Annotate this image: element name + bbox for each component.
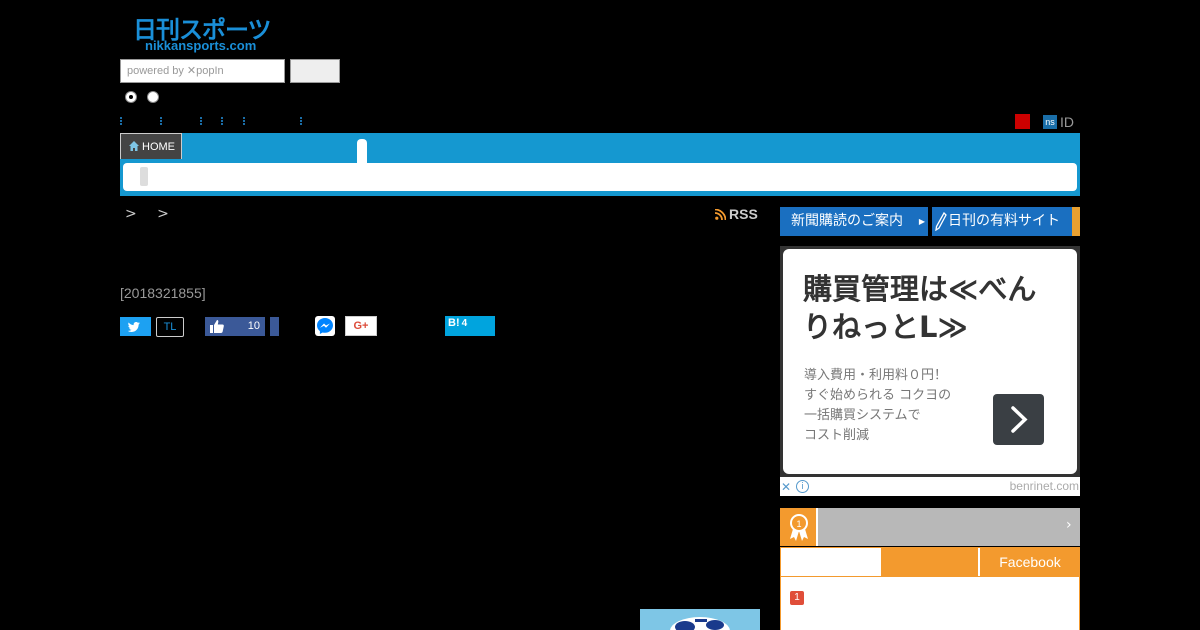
hatena-bookmark-button[interactable]: B! 4 <box>445 316 495 336</box>
rss-label: RSS <box>729 206 758 222</box>
googleplus-share-button[interactable]: G+ <box>345 316 377 336</box>
ranking-number-badge: 1 <box>790 591 804 605</box>
top-link-bullet[interactable] <box>300 117 303 125</box>
ranking-more-icon[interactable]: › <box>1066 517 1072 533</box>
ad-info-icon[interactable]: i <box>796 480 809 493</box>
top-link-bullet[interactable] <box>243 117 246 125</box>
top-link-bullet[interactable] <box>200 117 203 125</box>
ns-badge-icon[interactable]: ns <box>1043 115 1057 129</box>
search-scope-radio-site[interactable] <box>125 91 137 103</box>
ranking-tab-facebook[interactable]: Facebook <box>980 547 1080 577</box>
thumbs-up-icon <box>210 320 224 333</box>
id-link[interactable]: ID <box>1060 114 1074 130</box>
paid-sites-button[interactable]: 日刊の有料サイト <box>932 207 1080 236</box>
ad-description-line: コスト削減 <box>804 428 870 443</box>
nav-active-marker <box>357 139 367 163</box>
home-icon <box>129 141 139 151</box>
chevron-right-icon <box>1011 406 1028 433</box>
breadcrumb: > > <box>125 206 177 222</box>
promo-character-image[interactable] <box>640 609 760 630</box>
rss-link[interactable]: RSS <box>715 206 758 222</box>
ad-close-icon[interactable]: ✕ <box>781 480 791 494</box>
facebook-like-button[interactable]: 10 <box>205 317 265 336</box>
tab-home[interactable]: HOME <box>120 133 182 159</box>
subscription-guide-label: 新聞購読のご案内 <box>791 213 903 229</box>
ad-title[interactable]: 購買管理は≪べんりねっとL≫ <box>803 270 1053 346</box>
nikkansports-logo[interactable]: 日刊スポーツ nikkansports.com <box>133 10 288 56</box>
pencil-icon <box>935 212 947 231</box>
twitter-icon <box>127 322 140 332</box>
rss-icon <box>715 209 726 220</box>
timeline-share-button[interactable]: TL <box>156 317 184 337</box>
search-input[interactable]: powered by ✕popIn <box>120 59 285 83</box>
ad-description-line: 導入費用・利用料０円！ <box>804 368 948 383</box>
facebook-share-button[interactable] <box>270 317 279 336</box>
ad-description-line: すぐ始められる コクヨの <box>804 388 952 403</box>
paid-sites-label: 日刊の有料サイト <box>948 213 1060 229</box>
ad-description-line: 一括購買システムで <box>804 408 921 423</box>
tab-home-label: HOME <box>142 141 175 153</box>
ad-domain[interactable]: benrinet.com <box>1010 479 1079 493</box>
ranking-header[interactable] <box>780 508 1080 546</box>
hatena-label: B! <box>448 317 460 329</box>
svg-text:1: 1 <box>796 519 801 529</box>
hatena-count: 4 <box>461 318 468 329</box>
top-link-bullet[interactable] <box>221 117 224 125</box>
ad-cta-button[interactable] <box>993 394 1044 445</box>
top-link-bullet[interactable] <box>120 117 123 125</box>
search-button[interactable] <box>290 59 340 83</box>
ranking-icon: 1 <box>780 508 818 546</box>
messenger-icon <box>317 318 333 334</box>
triangle-right-icon: ▶ <box>918 217 925 226</box>
character-illustration <box>670 617 730 630</box>
top-link-bullet[interactable] <box>160 117 163 125</box>
ad-description: 導入費用・利用料０円！ すぐ始められる コクヨの 一括購買システムで コスト削減 <box>804 366 984 446</box>
article-id: [2018321855] <box>120 285 206 301</box>
messenger-share-button[interactable] <box>315 316 335 336</box>
logo-domain: nikkansports.com <box>145 38 257 53</box>
account-status-icon[interactable] <box>1015 114 1030 129</box>
search-scope-radio-web[interactable] <box>147 91 159 103</box>
sub-nav-marker <box>140 167 148 186</box>
sub-nav-bar <box>123 163 1077 191</box>
facebook-like-count: 10 <box>247 320 260 332</box>
top-link-list <box>120 117 320 125</box>
medal-icon: 1 <box>790 514 808 541</box>
twitter-share-button[interactable] <box>120 317 151 336</box>
ranking-tab-2[interactable] <box>881 547 978 577</box>
ranking-list <box>780 577 1080 630</box>
subscription-guide-button[interactable]: 新聞購読のご案内 ▶ <box>780 207 928 236</box>
